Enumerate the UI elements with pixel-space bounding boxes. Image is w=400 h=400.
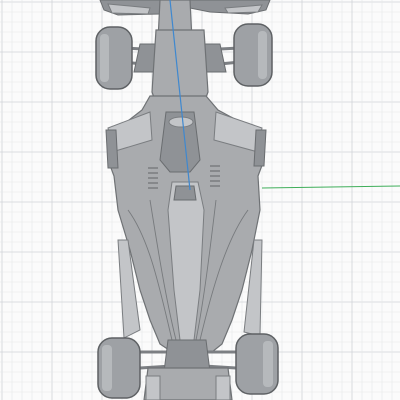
airbox-intake <box>173 185 197 201</box>
3d-viewport[interactable] <box>0 0 400 400</box>
gearbox <box>163 339 211 373</box>
rear-wing-endplate-left <box>145 375 161 400</box>
right-bargeboard <box>253 129 267 167</box>
rear-left-tyre <box>97 337 141 399</box>
front-left-tyre <box>95 26 133 90</box>
rear-wing-endplate-right <box>215 375 231 400</box>
rear-right-tyre <box>235 333 279 395</box>
car-model[interactable] <box>95 0 279 400</box>
x-axis-line <box>261 185 400 189</box>
viewport-scene[interactable] <box>0 0 400 400</box>
halo-front <box>168 116 194 128</box>
left-bargeboard <box>105 129 119 169</box>
front-right-tyre <box>233 23 273 87</box>
